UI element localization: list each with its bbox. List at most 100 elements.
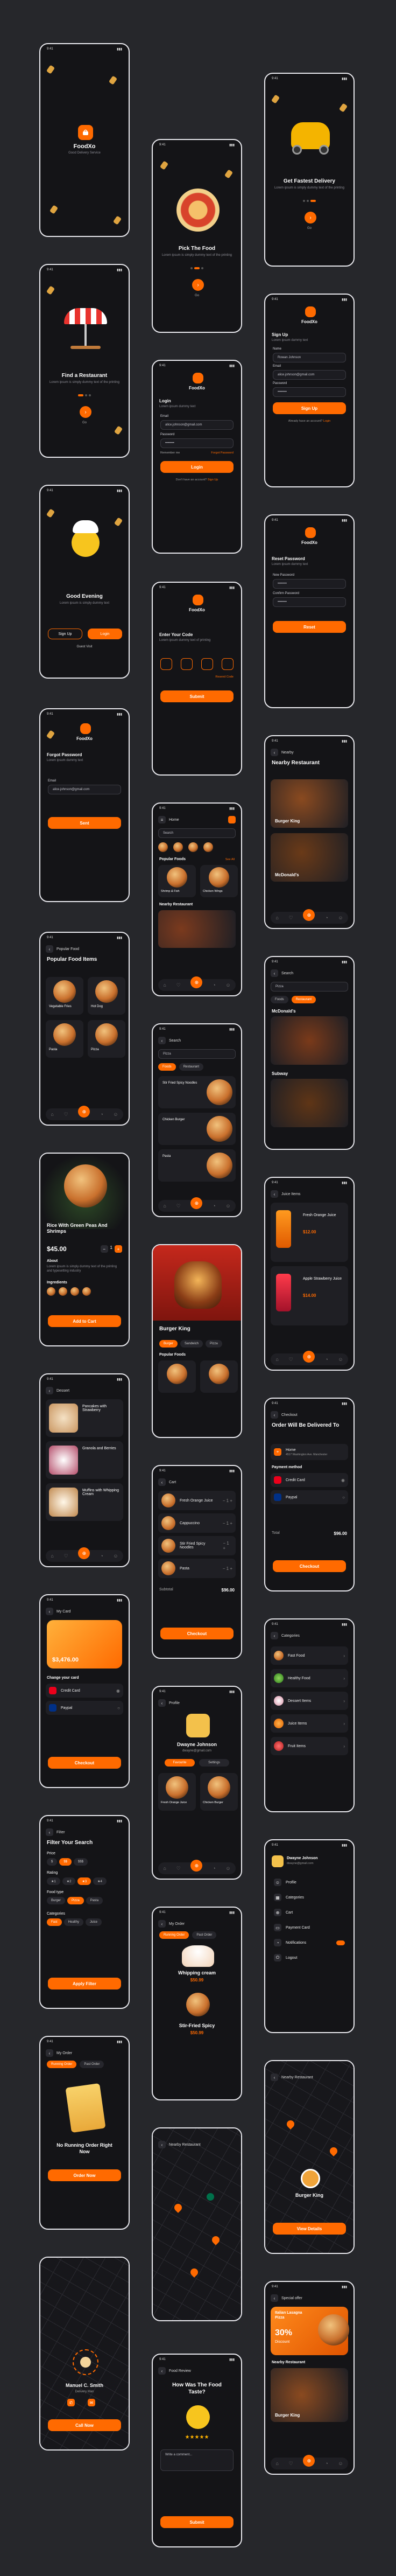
- checkout-button[interactable]: Checkout: [273, 1560, 346, 1572]
- juice-card[interactable]: Fresh Orange Juice $12.00: [271, 1203, 348, 1262]
- signup-link[interactable]: Sign Up: [208, 478, 218, 481]
- payment-option[interactable]: Credit Card ◉: [271, 1473, 348, 1487]
- tab-running[interactable]: Running Order: [47, 2061, 77, 2068]
- home-icon[interactable]: ⌂: [275, 1357, 278, 1362]
- user-icon[interactable]: ☺: [225, 1866, 230, 1871]
- back-icon[interactable]: ‹: [271, 2074, 278, 2081]
- tab-restaurant[interactable]: Restaurant: [291, 996, 316, 1003]
- payment-option[interactable]: Paypal ○: [271, 1490, 348, 1504]
- bell-icon[interactable]: ◔: [325, 2461, 328, 2466]
- home-icon[interactable]: ⌂: [163, 982, 166, 988]
- user-icon[interactable]: ☺: [225, 1203, 230, 1209]
- next-button[interactable]: ›: [80, 406, 91, 418]
- call-now-button[interactable]: Call Now: [48, 2419, 121, 2431]
- avatar[interactable]: [228, 816, 236, 823]
- search-input[interactable]: Search: [158, 828, 236, 838]
- food-card[interactable]: Stir Fried Spicy Noodles: [158, 1076, 236, 1108]
- password-field[interactable]: ••••••••: [273, 387, 346, 397]
- checkout-button[interactable]: Checkout: [160, 1628, 234, 1639]
- back-icon[interactable]: ‹: [46, 2049, 53, 2057]
- back-icon[interactable]: ‹: [158, 1037, 166, 1044]
- cart-item[interactable]: Pasta − 1 +: [158, 1559, 236, 1578]
- food-card[interactable]: Fresh Orange Juice: [158, 1773, 196, 1811]
- heart-icon[interactable]: ♡: [176, 1866, 181, 1872]
- heart-icon[interactable]: ♡: [64, 1553, 68, 1559]
- new-password-field[interactable]: ••••••••: [273, 579, 346, 589]
- back-icon[interactable]: ‹: [46, 1828, 53, 1836]
- login-link[interactable]: Login: [323, 420, 330, 423]
- restaurant-card[interactable]: [271, 1016, 348, 1065]
- back-icon[interactable]: ‹: [46, 1387, 53, 1394]
- category-option[interactable]: Healthy: [63, 1918, 84, 1926]
- rating-option[interactable]: ★2: [62, 1877, 76, 1885]
- back-icon[interactable]: ‹: [158, 1478, 166, 1486]
- category-item[interactable]: Dessert Items ›: [271, 1692, 348, 1710]
- reset-button[interactable]: Reset: [273, 621, 346, 633]
- home-icon[interactable]: ⌂: [275, 915, 278, 920]
- user-icon[interactable]: ☺: [113, 1112, 118, 1117]
- rating-option[interactable]: ★4: [93, 1877, 107, 1885]
- otp-digit-input[interactable]: [201, 658, 213, 670]
- tab-sandwich[interactable]: Sandwich: [180, 1340, 203, 1348]
- remember-me-checkbox[interactable]: Remember me: [160, 451, 180, 455]
- comment-input[interactable]: Write a comment...: [160, 2449, 234, 2471]
- heart-icon[interactable]: ♡: [289, 2461, 293, 2467]
- tab-burger[interactable]: Burger: [159, 1340, 178, 1348]
- menu-item[interactable]: ⏻ Logout: [271, 1951, 348, 1964]
- login-button[interactable]: Login: [88, 629, 122, 639]
- star-rating[interactable]: ★★★★★: [153, 2434, 241, 2440]
- cart-item[interactable]: Cappuccino − 1 +: [158, 1513, 236, 1533]
- back-icon[interactable]: ‹: [271, 2294, 278, 2302]
- apply-filter-button[interactable]: Apply Filter: [48, 1978, 121, 1989]
- category-icon[interactable]: [188, 842, 198, 852]
- submit-button[interactable]: Submit: [160, 690, 234, 702]
- cart-item[interactable]: Fresh Orange Juice − 1 +: [158, 1491, 236, 1510]
- user-icon[interactable]: ☺: [338, 915, 343, 920]
- user-icon[interactable]: ☺: [338, 2461, 343, 2466]
- signup-button[interactable]: Sign Up: [48, 629, 82, 639]
- menu-item[interactable]: ◔ Notifications: [271, 1936, 348, 1949]
- rating-option[interactable]: ★3: [77, 1877, 91, 1885]
- heart-icon[interactable]: ♡: [176, 1203, 181, 1209]
- add-to-cart-button[interactable]: Add to Cart: [48, 1315, 121, 1327]
- back-icon[interactable]: ‹: [46, 945, 53, 953]
- heart-icon[interactable]: ♡: [289, 1357, 293, 1363]
- back-icon[interactable]: ‹: [271, 969, 278, 977]
- cart-icon[interactable]: ⊕: [78, 1547, 90, 1559]
- bell-icon[interactable]: ◔: [213, 1203, 215, 1209]
- burger-king-logo-icon[interactable]: [301, 2169, 320, 2188]
- quantity-stepper[interactable]: − 1 +: [223, 1521, 232, 1526]
- restaurant-card[interactable]: [158, 910, 236, 948]
- sent-button[interactable]: Sent: [48, 817, 121, 829]
- otp-digit-input[interactable]: [181, 658, 193, 670]
- name-field[interactable]: Rowan Johnson: [273, 353, 346, 362]
- category-item[interactable]: Fast Food ›: [271, 1646, 348, 1665]
- heart-icon[interactable]: ♡: [289, 915, 293, 921]
- type-option[interactable]: Burger: [47, 1897, 66, 1904]
- email-field[interactable]: alice.johnson@gmail.com: [273, 370, 346, 380]
- resend-code-link[interactable]: Resend Code: [215, 675, 234, 679]
- cart-icon[interactable]: ⊕: [303, 1351, 315, 1363]
- menu-item[interactable]: ⊕ Cart: [271, 1906, 348, 1919]
- dessert-card[interactable]: Pancakes with Strawberry: [46, 1399, 123, 1437]
- forgot-password-link[interactable]: Forgot Password: [211, 451, 234, 455]
- category-icon[interactable]: [203, 842, 213, 852]
- otp-digit-input[interactable]: [160, 658, 172, 670]
- signup-button[interactable]: Sign Up: [273, 402, 346, 414]
- back-icon[interactable]: ‹: [271, 749, 278, 756]
- tab-favourite[interactable]: Favourite: [165, 1759, 195, 1767]
- food-card[interactable]: Pizza: [88, 1020, 125, 1058]
- home-icon[interactable]: ⌂: [163, 1203, 166, 1209]
- restaurant-card[interactable]: Burger King: [271, 779, 348, 828]
- category-icon[interactable]: [173, 842, 183, 852]
- food-card[interactable]: Chicken Burger: [158, 1113, 236, 1145]
- tab-foods[interactable]: Foods: [271, 996, 288, 1003]
- cart-icon[interactable]: ⊕: [78, 1106, 90, 1118]
- food-card[interactable]: Pasta: [46, 1020, 83, 1058]
- dessert-card[interactable]: Granola and Berries: [46, 1441, 123, 1479]
- quantity-stepper[interactable]: − 1 +: [223, 1541, 232, 1551]
- phone-icon[interactable]: ✆: [67, 2399, 75, 2406]
- menu-item[interactable]: ☺ Profile: [271, 1876, 348, 1889]
- quantity-stepper[interactable]: −1 +: [100, 1245, 122, 1253]
- back-icon[interactable]: ‹: [271, 1411, 278, 1419]
